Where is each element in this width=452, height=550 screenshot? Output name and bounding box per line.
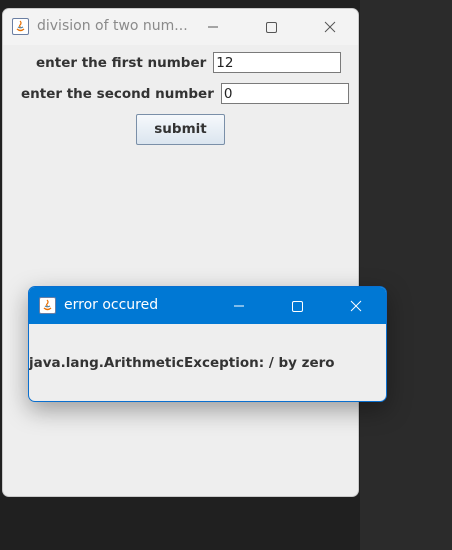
desktop-background-strip	[360, 0, 452, 550]
error-dialog: error occured java.lang.ArithmeticExcept…	[28, 286, 387, 402]
minimize-button[interactable]	[202, 16, 224, 38]
submit-button[interactable]: submit	[136, 114, 225, 145]
main-window-title: division of two num...	[37, 18, 188, 34]
close-icon	[324, 21, 336, 33]
dialog-maximize-button[interactable]	[286, 295, 308, 317]
desktop: division of two num... enter the first n…	[0, 0, 452, 550]
dialog-minimize-button[interactable]	[228, 295, 250, 317]
second-number-row: enter the second number	[21, 83, 349, 104]
dialog-title: error occured	[64, 297, 159, 313]
second-number-label: enter the second number	[21, 85, 214, 102]
error-message: java.lang.ArithmeticException: / by zero	[29, 355, 335, 371]
first-number-label: enter the first number	[36, 54, 207, 71]
second-number-input[interactable]	[220, 83, 349, 104]
maximize-icon	[266, 22, 277, 33]
first-number-input[interactable]	[213, 52, 342, 73]
dialog-titlebar[interactable]: error occured	[29, 287, 386, 324]
maximize-button[interactable]	[260, 16, 282, 38]
close-button[interactable]	[319, 16, 341, 38]
dialog-close-button[interactable]	[345, 295, 367, 317]
minimize-icon	[234, 305, 244, 307]
main-titlebar[interactable]: division of two num...	[3, 9, 358, 45]
close-icon	[350, 300, 362, 312]
minimize-icon	[208, 26, 218, 28]
java-app-icon	[39, 297, 56, 314]
java-app-icon	[12, 18, 29, 35]
first-number-row: enter the first number	[36, 52, 342, 73]
maximize-icon	[292, 301, 303, 312]
main-window: division of two num... enter the first n…	[2, 8, 359, 497]
